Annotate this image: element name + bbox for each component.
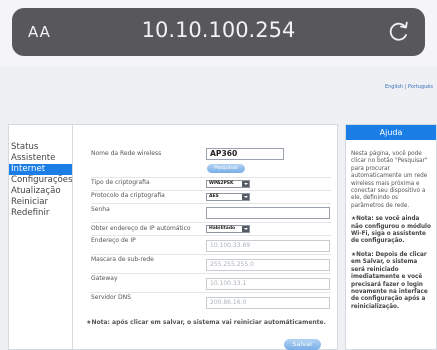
- sidebar-item-configuracoes[interactable]: Configurações: [9, 175, 73, 186]
- protocol-select[interactable]: AES: [206, 193, 250, 201]
- sidebar-item-redefinir[interactable]: Redefinir: [9, 208, 72, 219]
- url-text[interactable]: 10.10.100.254: [12, 18, 425, 42]
- search-button[interactable]: Pesquisar: [207, 164, 245, 173]
- encryption-label: Tipo de criptografia: [91, 179, 150, 186]
- language-links[interactable]: English | Português: [385, 84, 433, 90]
- address-bar[interactable]: AA 10.10.100.254: [12, 8, 425, 56]
- sidebar-nav: Status Assistente Internet Configurações…: [8, 124, 73, 350]
- divider: [91, 222, 331, 223]
- protocol-label: Protocolo da criptografia: [91, 192, 165, 199]
- sidebar-item-status[interactable]: Status: [9, 142, 72, 153]
- gateway-label: Gateway: [91, 275, 118, 282]
- password-label: Senha: [91, 206, 110, 213]
- divider: [91, 273, 331, 274]
- router-page: English | Português Status Assistente In…: [0, 66, 437, 350]
- help-panel: Ajuda Nesta página, você pode clicar no …: [345, 124, 437, 350]
- encryption-value: WPA2PSK: [209, 181, 234, 186]
- mask-input: 255.255.255.0: [206, 259, 330, 271]
- help-text: Nesta página, você pode clicar no botão …: [346, 140, 436, 311]
- ip-label: Endereço de IP: [91, 237, 136, 244]
- gateway-input: 10.100.33.1: [206, 278, 330, 290]
- save-button[interactable]: Salvar: [284, 339, 321, 350]
- auto-ip-label: Obter endereço de IP automático: [91, 225, 191, 232]
- protocol-value: AES: [209, 194, 219, 199]
- sidebar-item-atualizacao[interactable]: Atualização: [9, 186, 72, 197]
- browser-toolbar: AA 10.10.100.254: [0, 0, 437, 66]
- chevron-down-icon: [242, 181, 249, 187]
- help-paragraph-1: Nesta página, você pode clicar no botão …: [351, 151, 428, 209]
- mask-label: Mascara de sub-rede: [91, 256, 154, 263]
- ip-input: 10.100.33.69: [206, 240, 330, 252]
- ssid-input[interactable]: AP360: [206, 148, 284, 160]
- auto-ip-select[interactable]: Habilitado: [206, 225, 250, 233]
- help-paragraph-3: ★Nota: Depois de clicar em Salvar, o sis…: [351, 251, 428, 310]
- internet-settings-form: Nome da Rede wireless AP360 Pesquisar Ti…: [72, 124, 338, 350]
- chevron-down-icon: [242, 226, 249, 232]
- dns-input: 200.86.16.0: [206, 297, 330, 309]
- divider: [91, 177, 331, 178]
- divider: [91, 235, 331, 236]
- encryption-select[interactable]: WPA2PSK: [206, 180, 250, 188]
- ssid-label: Nome da Rede wireless: [91, 150, 162, 157]
- reload-icon[interactable]: [387, 19, 411, 43]
- divider: [91, 190, 331, 191]
- divider: [91, 292, 331, 293]
- sidebar-item-assistente[interactable]: Assistente: [9, 153, 72, 164]
- divider: [91, 254, 331, 255]
- chevron-down-icon: [242, 194, 249, 200]
- help-title: Ajuda: [346, 125, 436, 140]
- auto-ip-value: Habilitado: [209, 226, 236, 231]
- sidebar-item-internet[interactable]: Internet: [9, 164, 72, 175]
- password-input[interactable]: [206, 207, 330, 219]
- divider: [91, 203, 331, 204]
- save-note: ★Nota: após clicar em salvar, o sistema …: [86, 319, 326, 326]
- sidebar-item-reiniciar[interactable]: Reiniciar: [9, 197, 72, 208]
- help-paragraph-2: ★Nota: se você ainda não configurou o mó…: [351, 216, 431, 245]
- dns-label: Servidor DNS: [91, 294, 131, 301]
